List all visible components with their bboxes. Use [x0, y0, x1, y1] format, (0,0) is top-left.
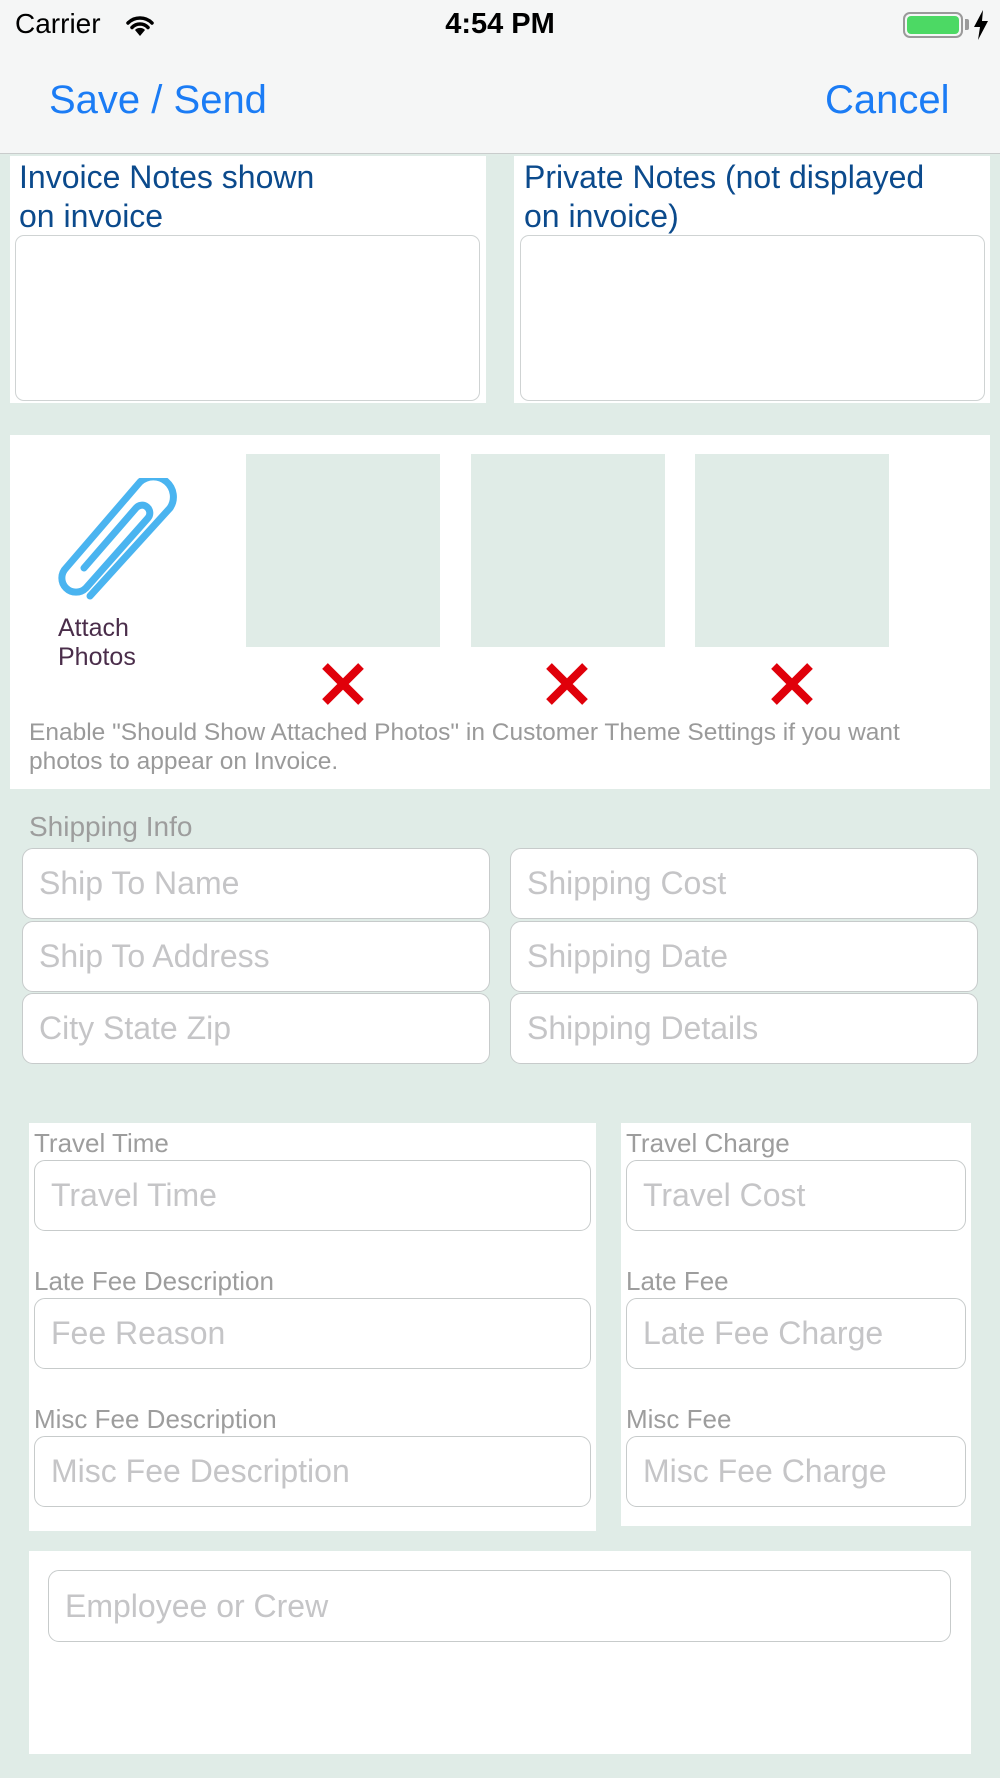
- save-send-button[interactable]: Save / Send: [49, 78, 267, 123]
- private-notes-field[interactable]: [520, 235, 985, 401]
- attached-photos-hint: Enable "Should Show Attached Photos" in …: [29, 719, 900, 775]
- photo-slot-3[interactable]: [695, 454, 889, 647]
- private-notes-label: Private Notes (not displayed on invoice): [524, 159, 925, 234]
- travel-time-label: Travel Time: [34, 1128, 169, 1158]
- delete-photo-3-icon[interactable]: [768, 660, 816, 708]
- delete-photo-1-icon[interactable]: [319, 660, 367, 708]
- ship-to-name-input[interactable]: [22, 848, 490, 919]
- misc-fee-label: Misc Fee: [626, 1404, 732, 1434]
- battery-cap: [965, 19, 969, 30]
- delete-photo-2-icon[interactable]: [543, 660, 591, 708]
- ship-to-address-input[interactable]: [22, 921, 490, 992]
- misc-fee-description-label: Misc Fee Description: [34, 1404, 277, 1434]
- invoice-notes-label: Invoice Notes shown on invoice: [19, 159, 315, 234]
- misc-fee-charge-input[interactable]: [626, 1436, 966, 1507]
- travel-time-input[interactable]: [34, 1160, 591, 1231]
- misc-fee-description-input[interactable]: [34, 1436, 591, 1507]
- clock-label: 4:54 PM: [445, 8, 555, 40]
- late-fee-charge-input[interactable]: [626, 1298, 966, 1369]
- photo-slot-2[interactable]: [471, 454, 665, 647]
- photo-slot-1[interactable]: [246, 454, 440, 647]
- battery-icon: [903, 12, 963, 38]
- cancel-button[interactable]: Cancel: [825, 78, 950, 123]
- travel-charge-label: Travel Charge: [626, 1128, 790, 1158]
- travel-cost-input[interactable]: [626, 1160, 966, 1231]
- attach-photos-label[interactable]: Attach Photos: [58, 614, 136, 672]
- shipping-details-input[interactable]: [510, 993, 978, 1064]
- fee-reason-input[interactable]: [34, 1298, 591, 1369]
- shipping-info-title: Shipping Info: [29, 811, 193, 842]
- shipping-date-input[interactable]: [510, 921, 978, 992]
- late-fee-label: Late Fee: [626, 1266, 729, 1296]
- city-state-zip-input[interactable]: [22, 993, 490, 1064]
- charging-bolt-icon: [974, 10, 988, 40]
- invoice-notes-field[interactable]: [15, 235, 480, 401]
- shipping-cost-input[interactable]: [510, 848, 978, 919]
- paperclip-icon[interactable]: [48, 478, 188, 618]
- late-fee-description-label: Late Fee Description: [34, 1266, 274, 1296]
- employee-or-crew-input[interactable]: [48, 1570, 951, 1642]
